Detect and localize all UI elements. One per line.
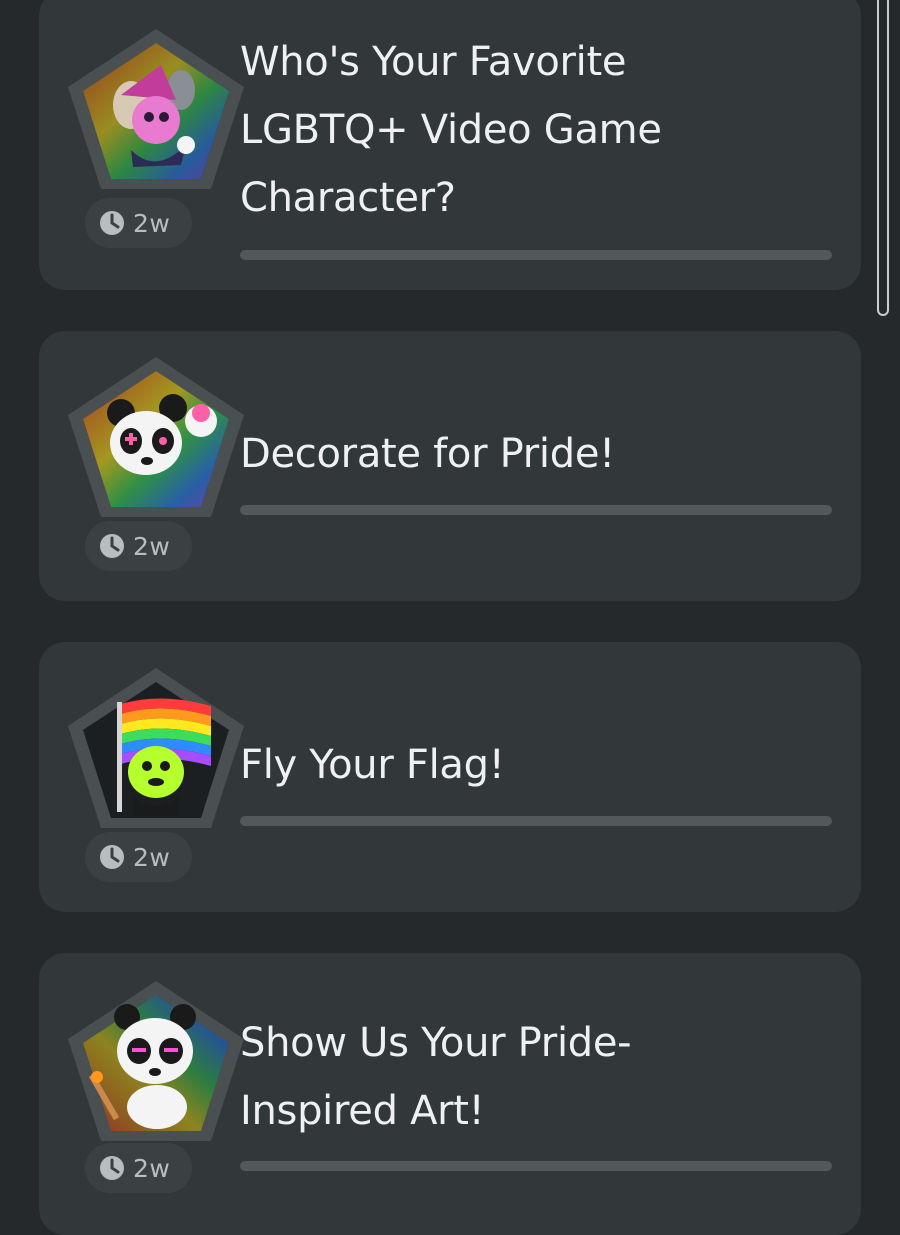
event-card[interactable]: 2w Show Us Your Pride-Inspired Art! [39, 953, 861, 1235]
clock-icon [100, 845, 124, 869]
event-card[interactable]: 2w Who's Your Favorite LGBTQ+ Video Game… [39, 0, 861, 290]
scrollbar-thumb[interactable] [877, 0, 889, 316]
pride-artist-panda-badge-icon [61, 977, 251, 1147]
event-progress-bar [240, 250, 832, 260]
event-progress-bar [240, 816, 832, 826]
event-card[interactable]: 2w Fly Your Flag! [39, 642, 861, 912]
event-title: Show Us Your Pride-Inspired Art! [240, 1020, 632, 1134]
event-list: 2w Who's Your Favorite LGBTQ+ Video Game… [0, 0, 900, 1235]
clock-icon [100, 211, 124, 235]
time-remaining-label: 2w [133, 531, 171, 561]
event-card[interactable]: 2w Decorate for Pride! [39, 331, 861, 601]
time-remaining-badge: 2w [85, 1143, 192, 1193]
pride-panda-badge-icon [61, 353, 251, 523]
event-title: Decorate for Pride! [240, 431, 615, 477]
event-progress-bar [240, 1161, 832, 1171]
event-title: Who's Your Favorite LGBTQ+ Video Game Ch… [240, 39, 662, 221]
pride-characters-badge-icon [61, 25, 251, 195]
clock-icon [100, 534, 124, 558]
event-title: Fly Your Flag! [240, 742, 505, 788]
time-remaining-label: 2w [133, 1153, 171, 1183]
time-remaining-badge: 2w [85, 198, 192, 248]
clock-icon [100, 1156, 124, 1180]
pride-flag-badge-icon [61, 664, 251, 834]
time-remaining-badge: 2w [85, 832, 192, 882]
time-remaining-badge: 2w [85, 521, 192, 571]
event-progress-bar [240, 505, 832, 515]
time-remaining-label: 2w [133, 208, 171, 238]
time-remaining-label: 2w [133, 842, 171, 872]
